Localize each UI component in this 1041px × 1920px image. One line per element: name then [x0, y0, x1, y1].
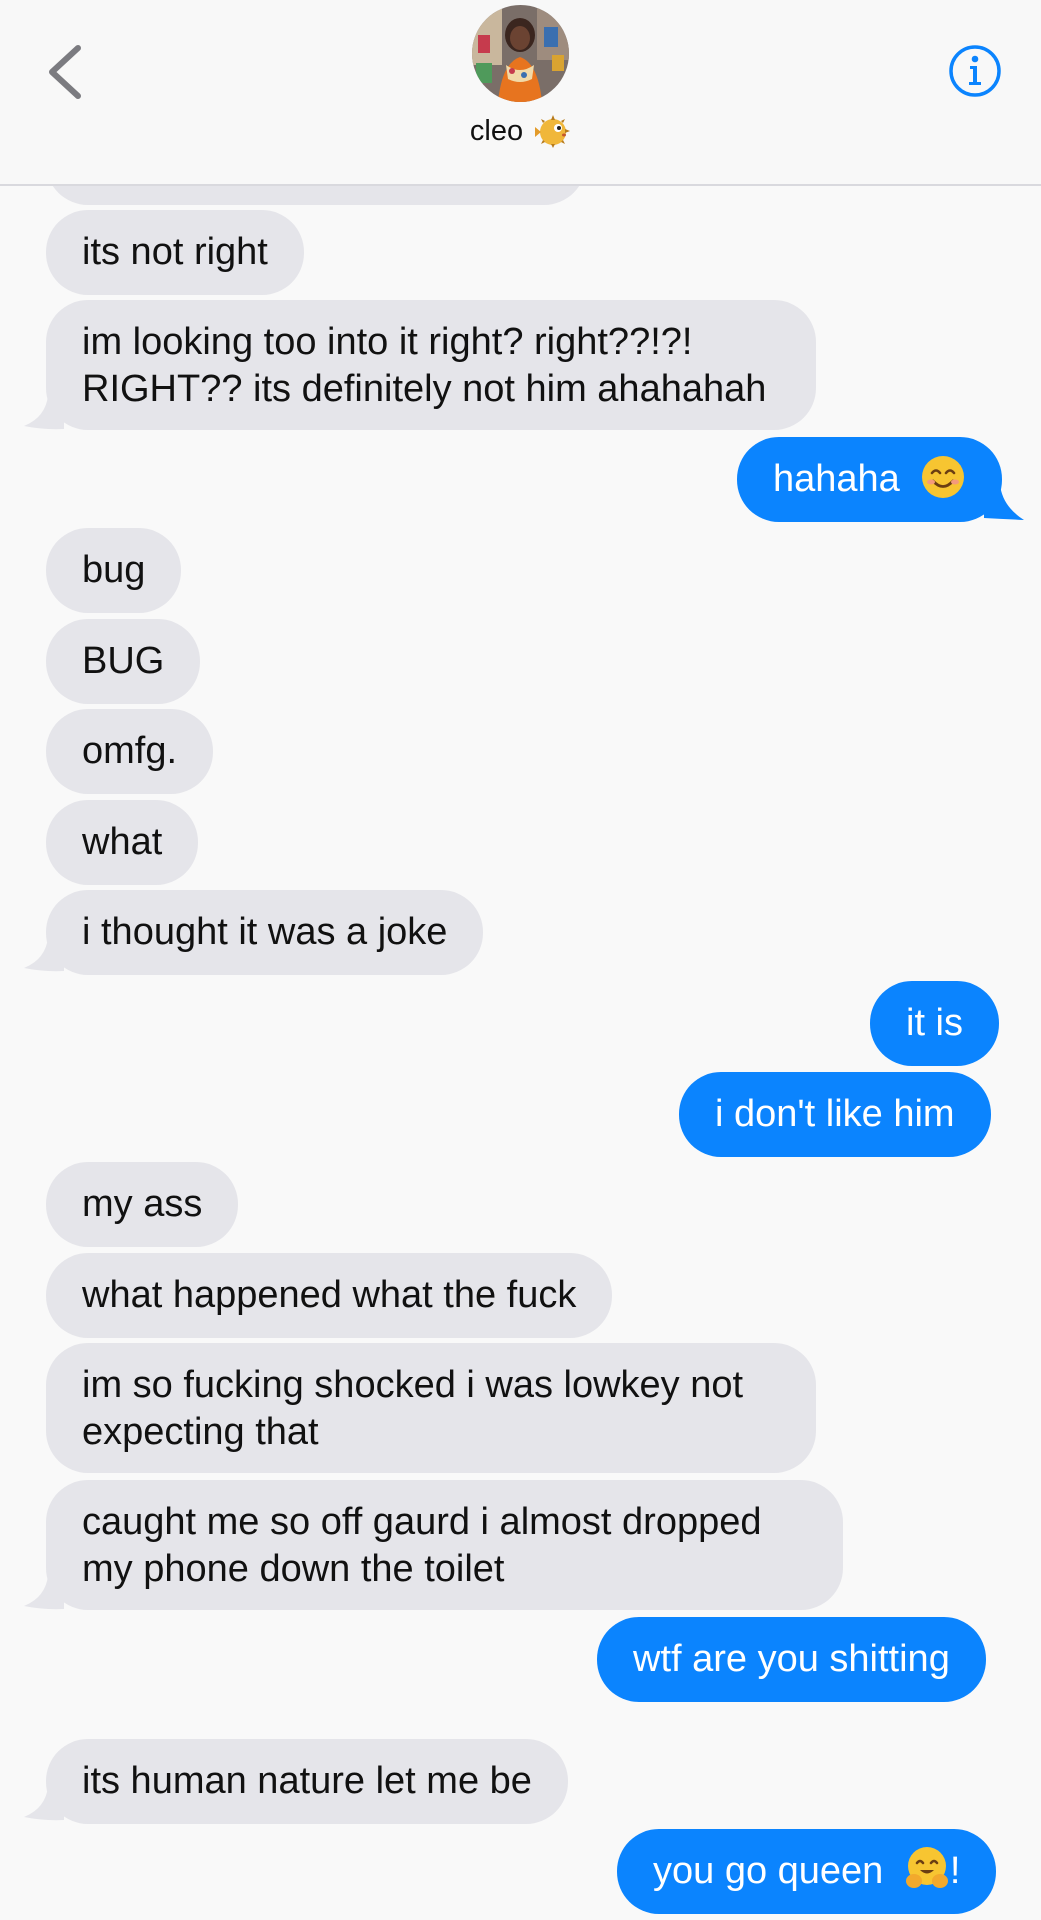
- message-text: wtf are you shitting: [633, 1638, 950, 1680]
- incoming-bubble-tail: [24, 395, 64, 430]
- incoming-message[interactable]: i thought it was a joke: [46, 890, 484, 975]
- contact-avatar[interactable]: [472, 5, 569, 102]
- contact-name[interactable]: cleo: [0, 114, 1041, 149]
- incoming-message[interactable]: im looking too into it right? right??!?!…: [46, 300, 816, 430]
- message-text: bug: [82, 549, 146, 591]
- message-text-line: im so fucking shocked i was lowkey not: [82, 1364, 744, 1406]
- outgoing-message[interactable]: you go queen !: [617, 1829, 997, 1914]
- message-text: i don't like him: [715, 1093, 955, 1135]
- message-text-line: RIGHT?? its definitely not him ahahahah: [82, 368, 767, 410]
- message-text: it is: [906, 1002, 963, 1044]
- incoming-message[interactable]: omfg.: [46, 709, 214, 794]
- message-text: omfg.: [82, 730, 178, 772]
- outgoing-message[interactable]: i don't like him: [679, 1072, 991, 1157]
- back-chevron-icon[interactable]: [42, 42, 92, 102]
- message-text: its human nature let me be: [82, 1760, 532, 1802]
- incoming-bubble-tail: [24, 1575, 64, 1610]
- message-text-line: im looking too into it right? right??!?!: [82, 321, 693, 363]
- incoming-message[interactable]: my ass: [46, 1162, 239, 1247]
- incoming-message[interactable]: caught me so off gaurd i almost dropped …: [46, 1480, 843, 1610]
- incoming-message[interactable]: its human nature let me be: [46, 1739, 568, 1824]
- blowfish-icon: [535, 115, 571, 149]
- incoming-bubble-tail: [24, 937, 64, 972]
- outgoing-bubble-tail: [984, 484, 1024, 520]
- messages-screen: cleo its not right im looking too into i…: [0, 0, 1041, 1920]
- message-text: hahaha: [773, 458, 900, 500]
- message-text-line: my phone down the toilet: [82, 1548, 505, 1590]
- message-text-line: caught me so off gaurd i almost dropped: [82, 1501, 762, 1543]
- info-icon[interactable]: [948, 44, 1002, 98]
- message-text: you go queen: [653, 1850, 884, 1892]
- message-text: what: [82, 821, 163, 863]
- message-text: i thought it was a joke: [82, 911, 448, 953]
- hugging-face-icon: [905, 1846, 948, 1888]
- outgoing-message[interactable]: wtf are you shitting: [597, 1617, 986, 1702]
- outgoing-message[interactable]: it is: [870, 981, 999, 1066]
- incoming-message[interactable]: what happened what the fuck: [46, 1253, 613, 1338]
- message-text: what happened what the fuck: [82, 1274, 577, 1316]
- message-text-line: expecting that: [82, 1411, 319, 1453]
- message-text: its not right: [82, 231, 268, 273]
- incoming-message[interactable]: what: [46, 800, 199, 885]
- incoming-message[interactable]: bug: [46, 528, 182, 613]
- incoming-message[interactable]: im so fucking shocked i was lowkey not e…: [46, 1343, 816, 1473]
- conversation-header: cleo: [0, 0, 1041, 186]
- message-text: my ass: [82, 1183, 203, 1225]
- incoming-message[interactable]: its not right: [46, 210, 304, 295]
- outgoing-message[interactable]: hahaha: [737, 437, 1003, 522]
- incoming-message[interactable]: BUG: [46, 619, 201, 704]
- contact-name-text: cleo: [469, 114, 524, 147]
- message-text: BUG: [82, 640, 165, 682]
- incoming-bubble-tail: [24, 1786, 64, 1821]
- smiling-face-icon: [922, 455, 965, 498]
- message-text-suffix: !: [949, 1850, 961, 1892]
